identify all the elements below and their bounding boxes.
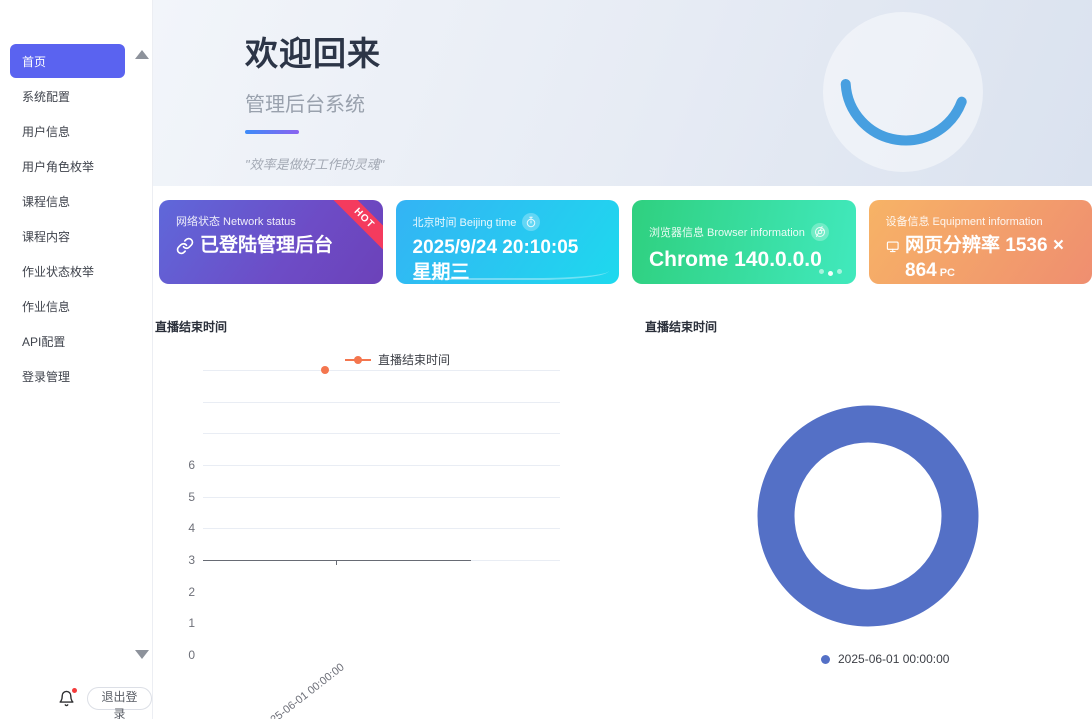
y-axis-tick-label: 1 <box>153 616 195 630</box>
sidebar-footer: 退出登录 <box>0 677 152 719</box>
browser-info-label-text: 浏览器信息 Browser information <box>649 224 805 240</box>
sidebar-item-课程信息[interactable]: 课程信息 <box>10 184 125 219</box>
y-axis-tick-label: 5 <box>153 490 195 504</box>
donut-chart: 直播结束时间 2025-06-01 00:00:00 <box>643 310 1092 719</box>
chrome-icon <box>811 223 829 241</box>
browser-info-label: 浏览器信息 Browser information <box>649 223 839 241</box>
gridline <box>203 465 560 466</box>
page-subtitle: 管理后台系统 <box>245 88 384 117</box>
network-status-value-row: 已登陆管理后台 <box>176 234 366 259</box>
line-series-point <box>321 366 329 374</box>
sidebar-item-API配置[interactable]: API配置 <box>10 324 125 359</box>
gridline <box>203 528 560 529</box>
decorative-dots <box>819 269 842 274</box>
x-axis-line-extension <box>471 560 560 561</box>
device-type-suffix: PC <box>940 267 955 279</box>
beijing-time-label-text: 北京时间 Beijing time <box>413 214 517 230</box>
sidebar-item-用户角色枚举[interactable]: 用户角色枚举 <box>10 149 125 184</box>
sidebar-item-课程内容[interactable]: 课程内容 <box>10 219 125 254</box>
link-icon <box>176 237 194 255</box>
line-chart: 直播结束时间 直播结束时间 2025-06-01 00:00:00 0 1 2 3 4 5… <box>153 310 643 719</box>
sidebar-item-作业状态枚举[interactable]: 作业状态枚举 <box>10 254 125 289</box>
hero-banner: 欢迎回来 管理后台系统 "效率是做好工作的灵魂" <box>153 0 1092 186</box>
y-axis-tick-label: 2 <box>153 585 195 599</box>
network-status-text: 已登陆管理后台 <box>200 234 333 259</box>
scroll-down-icon[interactable] <box>135 650 149 659</box>
device-resolution-text: 网页分辨率 1536 × 864PC <box>905 234 1075 283</box>
y-axis-tick-label: 3 <box>153 553 195 567</box>
resolution-value: 网页分辨率 1536 × 864 <box>905 235 1064 281</box>
sidebar-menu: 首页系统配置用户信息用户角色枚举课程信息课程内容作业状态枚举作业信息API配置登… <box>10 44 125 394</box>
x-axis-line <box>203 560 471 561</box>
line-chart-legend[interactable]: 直播结束时间 <box>345 351 450 368</box>
monitor-icon <box>886 238 900 255</box>
donut-ring[interactable] <box>748 396 988 636</box>
app-root: 首页系统配置用户信息用户角色枚举课程信息课程内容作业状态枚举作业信息API配置登… <box>0 0 1092 719</box>
x-axis-label: 2025-06-01 00:00:00 <box>213 661 346 719</box>
network-status-card[interactable]: 网络状态 Network status 已登陆管理后台 HOT <box>159 200 383 284</box>
beijing-time-card[interactable]: 北京时间 Beijing time 2025/9/24 20:10:05 星期三 <box>396 200 620 284</box>
gridline <box>203 497 560 498</box>
motto-quote: "效率是做好工作的灵魂" <box>245 154 384 173</box>
sidebar-item-用户信息[interactable]: 用户信息 <box>10 114 125 149</box>
y-axis-tick-label: 6 <box>153 458 195 472</box>
sidebar: 首页系统配置用户信息用户角色枚举课程信息课程内容作业状态枚举作业信息API配置登… <box>0 0 153 719</box>
scroll-up-icon[interactable] <box>135 50 149 59</box>
device-resolution-row: 网页分辨率 1536 × 864PC <box>886 234 1076 283</box>
network-status-label: 网络状态 Network status <box>176 213 366 229</box>
gridline <box>203 433 560 434</box>
donut-chart-title: 直播结束时间 <box>645 318 717 335</box>
x-axis-tick <box>336 561 337 565</box>
donut-legend[interactable]: 2025-06-01 00:00:00 <box>821 652 949 666</box>
info-cards-row: 网络状态 Network status 已登陆管理后台 HOT 北京时间 Bei… <box>159 200 1092 284</box>
logout-button[interactable]: 退出登录 <box>87 687 152 710</box>
donut-legend-label: 2025-06-01 00:00:00 <box>838 652 949 666</box>
device-info-card[interactable]: 设备信息 Equipment information 网页分辨率 1536 × … <box>869 200 1092 284</box>
browser-version-value: Chrome 140.0.0.0 <box>649 246 839 273</box>
accent-underline <box>245 130 299 134</box>
stopwatch-icon <box>522 213 540 231</box>
browser-version-text: Chrome 140.0.0.0 <box>649 246 822 273</box>
gridline <box>203 402 560 403</box>
donut-legend-dot-icon <box>821 655 830 664</box>
y-axis-tick-label: 0 <box>153 648 195 662</box>
charts-section: 直播结束时间 直播结束时间 2025-06-01 00:00:00 0 1 2 3 4 5… <box>153 310 1092 719</box>
page-title: 欢迎回来 <box>245 27 384 75</box>
gridline <box>203 370 560 371</box>
sidebar-item-系统配置[interactable]: 系统配置 <box>10 79 125 114</box>
main-content: 欢迎回来 管理后台系统 "效率是做好工作的灵魂" 网络状态 Network st… <box>153 0 1092 719</box>
notification-badge <box>72 688 77 693</box>
browser-info-card[interactable]: 浏览器信息 Browser information Chrome 140.0.0… <box>632 200 856 284</box>
sidebar-item-作业信息[interactable]: 作业信息 <box>10 289 125 324</box>
decorative-swoosh <box>426 264 610 280</box>
y-axis-tick-label: 4 <box>153 521 195 535</box>
legend-label: 直播结束时间 <box>378 351 450 368</box>
line-chart-title: 直播结束时间 <box>155 318 227 335</box>
device-info-label: 设备信息 Equipment information <box>886 213 1076 229</box>
hero-content: 欢迎回来 管理后台系统 "效率是做好工作的灵魂" <box>245 27 384 173</box>
sidebar-item-首页[interactable]: 首页 <box>10 44 125 78</box>
sidebar-item-登录管理[interactable]: 登录管理 <box>10 359 125 394</box>
beijing-time-label: 北京时间 Beijing time <box>413 213 603 231</box>
notification-bell-icon[interactable] <box>58 690 75 707</box>
legend-dot <box>354 356 362 364</box>
legend-line-mark <box>345 359 371 361</box>
